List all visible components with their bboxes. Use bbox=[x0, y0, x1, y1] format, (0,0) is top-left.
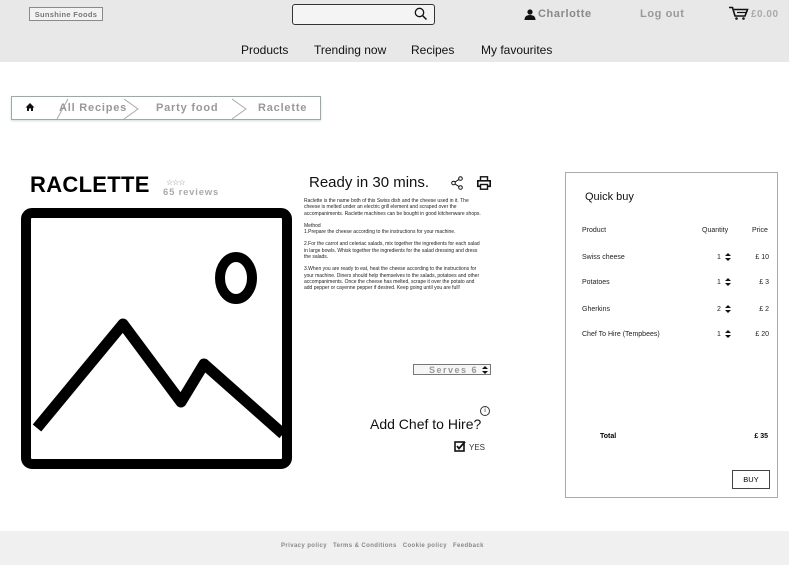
quantity-stepper[interactable]: 1 bbox=[717, 278, 731, 286]
product-name: Gherkins bbox=[582, 306, 611, 313]
column-header-price: Price bbox=[752, 227, 768, 234]
quantity-value: 1 bbox=[717, 253, 721, 261]
table-row: Swiss cheese 1 £ 10 bbox=[566, 252, 777, 264]
description-step-1: Method 1.Prepare the cheese according to… bbox=[304, 222, 456, 236]
footer-feedback[interactable]: Feedback bbox=[453, 543, 484, 549]
logo[interactable]: Sunshine Foods bbox=[29, 7, 103, 21]
ready-time: Ready in 30 mins. bbox=[309, 174, 430, 191]
breadcrumb-raclette[interactable]: Raclette bbox=[258, 102, 307, 114]
share-icon[interactable] bbox=[451, 176, 463, 190]
table-row: Gherkins 2 £ 2 bbox=[566, 304, 777, 316]
logout-link[interactable]: Log out bbox=[640, 8, 685, 20]
stepper-arrows-icon[interactable] bbox=[724, 278, 731, 286]
product-name: Swiss cheese bbox=[582, 254, 625, 261]
description-step-3: 3.When you are ready to eat, heat the ch… bbox=[304, 266, 480, 292]
stepper-arrows-icon[interactable] bbox=[724, 305, 731, 313]
home-icon[interactable] bbox=[25, 102, 35, 112]
breadcrumb: All Recipes Party food Raclette bbox=[11, 96, 321, 120]
price: £ 3 bbox=[759, 279, 769, 286]
description-intro: Raclette is the name both of this Swiss … bbox=[304, 198, 481, 217]
cart-icon bbox=[729, 6, 749, 20]
quantity-stepper[interactable]: 2 bbox=[717, 305, 731, 313]
user-name: Charlotte bbox=[538, 8, 592, 20]
price: £ 20 bbox=[755, 331, 769, 338]
rating-stars[interactable]: ☆☆☆ bbox=[166, 178, 185, 187]
nav-recipes[interactable]: Recipes bbox=[411, 43, 454, 57]
quantity-value: 1 bbox=[717, 330, 721, 338]
chef-hire-label: Add Chef to Hire? bbox=[370, 416, 482, 432]
footer-links: Privacy policy Terms & Conditions Cookie… bbox=[281, 543, 484, 549]
recipe-title: RACLETTE bbox=[30, 172, 150, 197]
quantity-value: 2 bbox=[717, 305, 721, 313]
quantity-stepper[interactable]: 1 bbox=[717, 330, 731, 338]
print-icon[interactable] bbox=[477, 176, 491, 190]
user-menu[interactable]: Charlotte bbox=[524, 8, 592, 20]
quantity-stepper[interactable]: 1 bbox=[717, 253, 731, 261]
stepper-arrows-icon[interactable] bbox=[724, 330, 731, 338]
stepper-arrows-icon[interactable] bbox=[724, 253, 731, 261]
breadcrumb-all-recipes[interactable]: All Recipes bbox=[59, 102, 127, 114]
description-step-2: 2.For the carrot and celeriac salads, mi… bbox=[304, 241, 480, 261]
table-row: Potatoes 1 £ 3 bbox=[566, 277, 777, 289]
serves-stepper[interactable]: Serves 6 bbox=[413, 364, 491, 375]
footer: Privacy policy Terms & Conditions Cookie… bbox=[0, 531, 789, 565]
reviews-link[interactable]: 65 reviews bbox=[163, 187, 219, 198]
nav-trending-now[interactable]: Trending now bbox=[314, 43, 386, 57]
quick-buy-panel: Quick buy Product Quantity Price Swiss c… bbox=[565, 172, 778, 498]
search-input[interactable] bbox=[292, 4, 435, 25]
column-header-product: Product bbox=[582, 227, 607, 234]
header-bar: Sunshine Foods Charlotte Log out £0.00 P… bbox=[0, 0, 789, 62]
cart-total: £0.00 bbox=[751, 9, 779, 20]
user-icon bbox=[524, 8, 536, 20]
footer-privacy-policy[interactable]: Privacy policy bbox=[281, 543, 327, 549]
product-name: Potatoes bbox=[582, 279, 610, 286]
total-label: Total bbox=[600, 433, 617, 440]
quantity-value: 1 bbox=[717, 278, 721, 286]
serves-label: Serves bbox=[428, 364, 468, 375]
footer-cookie-policy[interactable]: Cookie policy bbox=[403, 543, 447, 549]
table-row: Chef To Hire (Tempbees) 1 £ 20 bbox=[566, 329, 777, 341]
checkbox-checked-icon[interactable] bbox=[454, 441, 466, 452]
column-header-quantity: Quantity bbox=[702, 227, 729, 234]
search-icon[interactable] bbox=[414, 7, 428, 21]
product-name: Chef To Hire (Tempbees) bbox=[582, 331, 660, 338]
image-placeholder-icon bbox=[21, 208, 292, 469]
total-value: £ 35 bbox=[754, 433, 768, 440]
recipe-description: Raclette is the name both of this Swiss … bbox=[304, 198, 484, 298]
breadcrumb-party-food[interactable]: Party food bbox=[156, 102, 218, 114]
serves-value: 6 bbox=[471, 364, 478, 375]
price: £ 2 bbox=[759, 306, 769, 313]
chef-hire-yes-label: YES bbox=[469, 443, 486, 452]
info-icon[interactable]: i bbox=[480, 406, 490, 416]
cart-button[interactable]: £0.00 bbox=[729, 6, 779, 20]
nav-my-favourites[interactable]: My favourites bbox=[481, 43, 552, 57]
footer-terms-conditions[interactable]: Terms & Conditions bbox=[333, 543, 397, 549]
stepper-arrows-icon[interactable] bbox=[482, 365, 488, 374]
nav-products[interactable]: Products bbox=[241, 43, 288, 57]
buy-button[interactable]: BUY bbox=[732, 470, 770, 489]
price: £ 10 bbox=[755, 254, 769, 261]
quick-buy-title: Quick buy bbox=[585, 191, 634, 203]
